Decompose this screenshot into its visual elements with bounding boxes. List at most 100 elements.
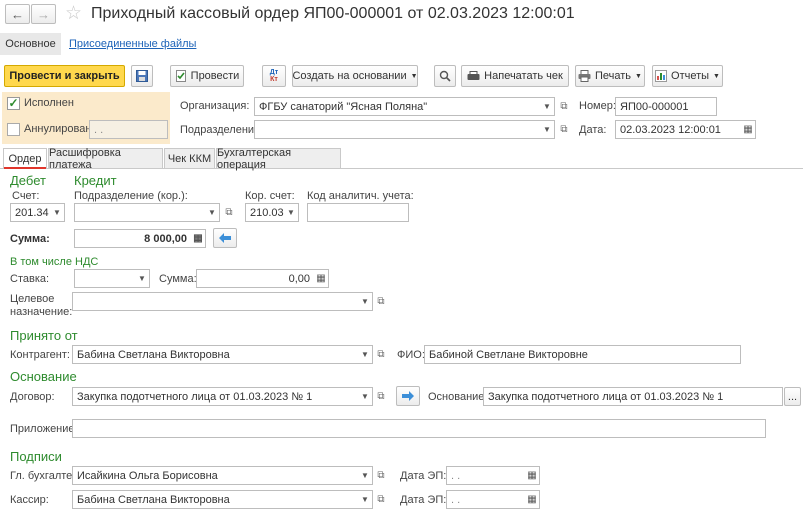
arrow-right-icon: → bbox=[37, 6, 50, 22]
debit-account-field[interactable]: 201.34 ▼ bbox=[10, 203, 65, 222]
chevron-down-icon[interactable]: ▼ bbox=[135, 270, 149, 287]
cancelled-label: Аннулирован bbox=[24, 123, 92, 135]
chief-date-ep-value: . . bbox=[451, 469, 461, 482]
contract-value: Закупка подотчетного лица от 01.03.2023 … bbox=[77, 390, 313, 403]
executed-label: Исполнен bbox=[24, 97, 74, 109]
save-button[interactable] bbox=[131, 65, 153, 87]
fio-field[interactable]: Бабиной Светлане Викторовне bbox=[424, 345, 741, 364]
calendar-icon[interactable]: ▦ bbox=[741, 121, 755, 138]
amount-field[interactable]: 8 000,00 ▦ bbox=[74, 229, 206, 248]
chief-date-ep-field[interactable]: . . ▦ bbox=[446, 466, 540, 485]
executed-checkbox[interactable]: ✓ bbox=[7, 97, 20, 110]
fill-basis-button[interactable] bbox=[396, 386, 420, 406]
basis-field[interactable]: Закупка подотчетного лица от 01.03.2023 … bbox=[483, 387, 783, 406]
debit-title: Дебет bbox=[10, 173, 46, 188]
calendar-icon[interactable]: ▦ bbox=[525, 491, 539, 508]
reports-button[interactable]: Отчеты ▼ bbox=[652, 65, 723, 87]
chief-accountant-field[interactable]: Исайкина Ольга Борисовна ▼ bbox=[72, 466, 373, 485]
favorite-star-icon[interactable]: ☆ bbox=[65, 2, 82, 25]
chevron-down-icon[interactable]: ▼ bbox=[358, 491, 372, 508]
vat-rate-field[interactable]: ▼ bbox=[74, 269, 150, 288]
credit-dept-field[interactable]: ▼ bbox=[74, 203, 220, 222]
date-label: Дата: bbox=[579, 124, 607, 136]
print-button[interactable]: Печать ▼ bbox=[575, 65, 645, 87]
cashier-date-ep-label: Дата ЭП: bbox=[400, 494, 447, 506]
cancelled-checkbox[interactable] bbox=[7, 123, 20, 136]
post-and-close-button[interactable]: Провести и закрыть bbox=[4, 65, 125, 87]
analytic-code-field[interactable] bbox=[307, 203, 409, 222]
chevron-down-icon[interactable]: ▼ bbox=[358, 346, 372, 363]
cor-account-field[interactable]: 210.03 ▼ bbox=[245, 203, 299, 222]
open-counterparty-icon[interactable]: ⧉ bbox=[374, 345, 388, 364]
caret-down-icon: ▼ bbox=[635, 72, 642, 80]
calendar-icon[interactable]: ▦ bbox=[525, 467, 539, 484]
dept-field[interactable]: ▼ bbox=[254, 120, 555, 139]
tab-order[interactable]: Ордер bbox=[3, 148, 47, 169]
tab-kkm-check[interactable]: Чек ККМ bbox=[164, 148, 215, 168]
chevron-down-icon[interactable]: ▼ bbox=[358, 293, 372, 310]
received-title: Принято от bbox=[10, 328, 78, 343]
arrow-left-blue-icon bbox=[219, 233, 231, 243]
basis-value: Закупка подотчетного лица от 01.03.2023 … bbox=[488, 390, 724, 403]
fill-amount-button[interactable] bbox=[213, 228, 237, 248]
cashier-date-ep-field[interactable]: . . ▦ bbox=[446, 490, 540, 509]
report-chart-icon bbox=[655, 70, 668, 82]
tab-order-label: Ордер bbox=[8, 153, 42, 165]
credit-dept-label: Подразделение (кор.): bbox=[74, 190, 188, 202]
open-cashier-icon[interactable]: ⧉ bbox=[374, 490, 388, 509]
caret-down-icon: ▼ bbox=[410, 72, 418, 80]
printer-icon bbox=[578, 70, 591, 82]
checkmark-icon: ✓ bbox=[8, 96, 19, 110]
chevron-down-icon[interactable]: ▼ bbox=[358, 388, 372, 405]
print-label: Печать bbox=[595, 70, 632, 82]
accounting-entries-button[interactable]: Дт Кт bbox=[262, 65, 286, 87]
attachment-field[interactable] bbox=[72, 419, 766, 438]
number-field[interactable]: ЯП00-000001 bbox=[615, 97, 717, 116]
structure-search-button[interactable] bbox=[434, 65, 456, 87]
post-button[interactable]: Провести bbox=[170, 65, 244, 87]
vat-title: В том числе НДС bbox=[10, 256, 99, 268]
chevron-down-icon[interactable]: ▼ bbox=[284, 204, 298, 221]
calculator-icon[interactable]: ▦ bbox=[314, 270, 328, 287]
chevron-down-icon[interactable]: ▼ bbox=[358, 467, 372, 484]
back-button[interactable]: ← bbox=[5, 4, 30, 24]
tab-payment-details[interactable]: Расшифровка платежа bbox=[48, 147, 163, 171]
chief-accountant-label: Гл. бухгалтер: bbox=[10, 470, 82, 482]
receipt-printer-icon bbox=[467, 70, 480, 80]
vat-sum-field[interactable]: 0,00 ▦ bbox=[196, 269, 329, 288]
number-value: ЯП00-000001 bbox=[620, 100, 689, 113]
debit-account-value: 201.34 bbox=[15, 206, 49, 219]
basis-label: Основание: bbox=[428, 391, 488, 403]
tab-main[interactable]: Основное bbox=[0, 33, 61, 55]
window-title: Приходный кассовый ордер ЯП00-000001 от … bbox=[91, 5, 575, 22]
open-dept-icon[interactable]: ⧉ bbox=[557, 120, 571, 139]
attachment-label: Приложение: bbox=[10, 423, 78, 435]
forward-button[interactable]: → bbox=[31, 4, 56, 24]
print-check-button[interactable]: Напечатать чек bbox=[461, 65, 569, 87]
cancelled-date-field[interactable]: . . bbox=[89, 120, 168, 139]
open-purpose-icon[interactable]: ⧉ bbox=[374, 292, 388, 311]
ellipsis-icon: ... bbox=[787, 390, 798, 403]
create-based-on-button[interactable]: Создать на основании ▼ bbox=[292, 65, 418, 87]
arrow-right-blue-icon bbox=[402, 391, 414, 401]
open-org-icon[interactable]: ⧉ bbox=[557, 97, 571, 116]
basis-more-button[interactable]: ... bbox=[784, 387, 801, 406]
tab-attached-files[interactable]: Присоединенные файлы bbox=[69, 38, 196, 50]
date-field[interactable]: 02.03.2023 12:00:01 ▦ bbox=[615, 120, 756, 139]
dt-kt-icon: Дт Кт bbox=[269, 69, 279, 83]
cashier-field[interactable]: Бабина Светлана Викторовна ▼ bbox=[72, 490, 373, 509]
org-field[interactable]: ФГБУ санаторий "Ясная Поляна" ▼ bbox=[254, 97, 555, 116]
chevron-down-icon[interactable]: ▼ bbox=[50, 204, 64, 221]
open-contract-icon[interactable]: ⧉ bbox=[374, 387, 388, 406]
open-credit-dept-icon[interactable]: ⧉ bbox=[222, 203, 236, 222]
tab-accounting-operation[interactable]: Бухгалтерская операция bbox=[216, 147, 341, 171]
chevron-down-icon[interactable]: ▼ bbox=[205, 204, 219, 221]
calculator-icon[interactable]: ▦ bbox=[191, 230, 205, 247]
purpose-field[interactable]: ▼ bbox=[72, 292, 373, 311]
counterparty-field[interactable]: Бабина Светлана Викторовна ▼ bbox=[72, 345, 373, 364]
signatures-title: Подписи bbox=[10, 449, 62, 464]
chevron-down-icon[interactable]: ▼ bbox=[540, 98, 554, 115]
chevron-down-icon[interactable]: ▼ bbox=[540, 121, 554, 138]
open-chief-accountant-icon[interactable]: ⧉ bbox=[374, 466, 388, 485]
contract-field[interactable]: Закупка подотчетного лица от 01.03.2023 … bbox=[72, 387, 373, 406]
